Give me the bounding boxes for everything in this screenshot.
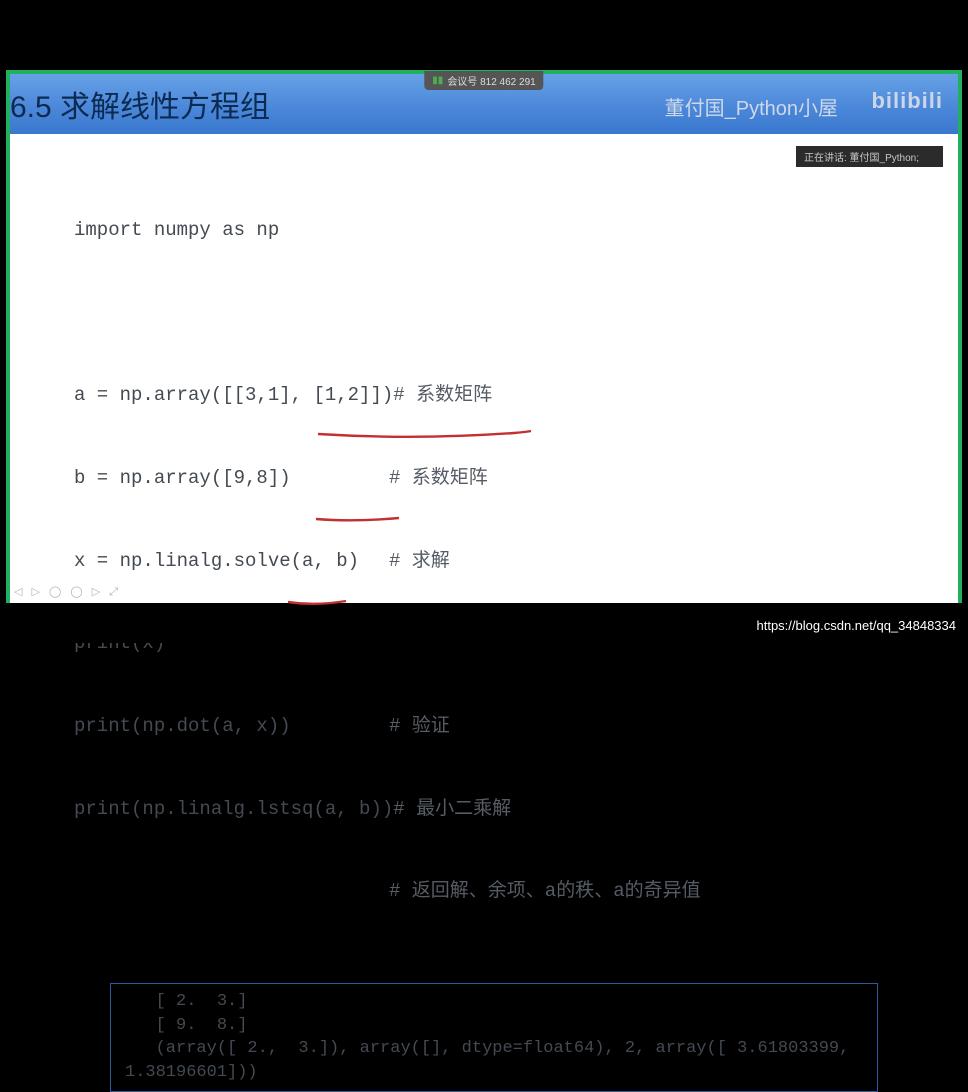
code-line-8-comment: # 返回解、余项、a的秩、a的奇异值 bbox=[389, 878, 701, 906]
code-line-4-code: x = np.linalg.solve(a, b) bbox=[74, 548, 389, 576]
slide-content: import numpy as np a = np.array([[3,1], … bbox=[10, 134, 958, 603]
code-line-4-comment: # 求解 bbox=[389, 548, 450, 576]
video-screen: ▮▮ 会议号 812 462 291 6.5 求解线性方程组 董付国_Pytho… bbox=[6, 70, 962, 603]
code-line-6-comment: # 验证 bbox=[389, 713, 450, 741]
meeting-id-label: 会议号 812 462 291 bbox=[447, 73, 535, 88]
code-line-8-code bbox=[74, 878, 389, 906]
code-line-1: import numpy as np bbox=[74, 217, 279, 245]
meeting-badge: ▮▮ 会议号 812 462 291 bbox=[424, 71, 543, 90]
output-line-3: (array([ 2., 3.]), array([], dtype=float… bbox=[125, 1039, 849, 1058]
code-line-7-code: print(np.linalg.lstsq(a, b)) bbox=[74, 796, 393, 824]
speaking-label: 正在讲话: 董付国_Python; bbox=[804, 153, 919, 164]
toolbar-icons: ◁ ▷ ◯ ◯ ▷ ⤢ bbox=[14, 585, 121, 599]
code-block: import numpy as np a = np.array([[3,1], … bbox=[74, 162, 938, 961]
author-label: 董付国_Python小屋 bbox=[665, 92, 838, 121]
output-box: [ 2. 3.] [ 9. 8.] (array([ 2., 3.]), arr… bbox=[110, 983, 878, 1092]
code-line-3-comment: # 系数矩阵 bbox=[389, 465, 488, 493]
code-line-6-code: print(np.dot(a, x)) bbox=[74, 713, 389, 741]
signal-icon: ▮▮ bbox=[432, 75, 443, 86]
speaking-badge: 正在讲话: 董付国_Python; bbox=[796, 146, 943, 167]
code-line-2-code: a = np.array([[3,1], [1,2]]) bbox=[74, 382, 393, 410]
output-line-2: [ 9. 8.] bbox=[125, 1016, 247, 1035]
section-title: 6.5 求解线性方程组 bbox=[10, 82, 270, 126]
code-line-2-comment: # 系数矩阵 bbox=[393, 382, 492, 410]
output-line-4: 1.38196601])) bbox=[125, 1063, 258, 1082]
code-line-3-code: b = np.array([9,8]) bbox=[74, 465, 389, 493]
output-line-1: [ 2. 3.] bbox=[125, 992, 247, 1011]
footer-url: https://blog.csdn.net/qq_34848334 bbox=[757, 618, 957, 633]
footer-bar: https://blog.csdn.net/qq_34848334 bbox=[0, 607, 968, 643]
code-line-7-comment: # 最小二乘解 bbox=[393, 796, 511, 824]
bilibili-logo: bilibili bbox=[871, 88, 943, 114]
